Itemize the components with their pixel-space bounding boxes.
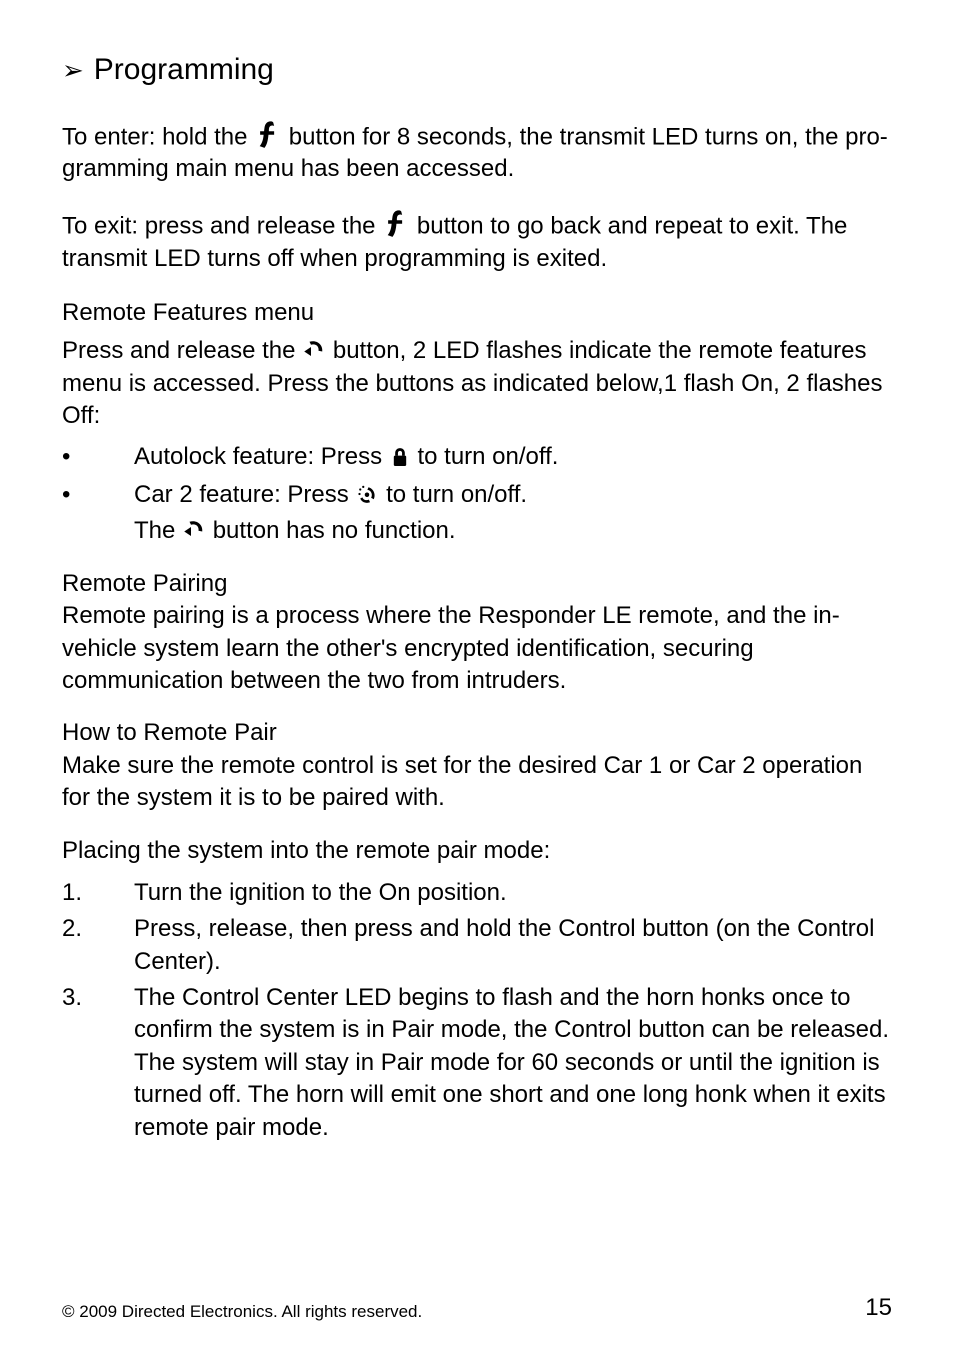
footer: © 2009 Directed Electronics. All rights … (62, 1292, 892, 1324)
how-to-heading: How to Remote Pair (62, 717, 892, 749)
arrow-icon: ➢ (62, 53, 84, 88)
list-item: Autolock feature: Press to turn on/off. (62, 441, 892, 473)
remote-pairing-body: Remote pairing is a process where the Re… (62, 600, 892, 697)
list-item: 2.Press, release, then press and hold th… (62, 913, 892, 978)
paragraph-enter: To enter: hold the button for 8 seconds,… (62, 119, 892, 186)
aux-icon (302, 338, 326, 362)
f-icon (382, 208, 410, 238)
page-number: 15 (865, 1292, 892, 1324)
paragraph-exit: To exit: press and release the button to… (62, 208, 892, 275)
feature-bullets: Autolock feature: Press to turn on/off. … (62, 441, 892, 548)
section-title: ➢ Programming (62, 50, 892, 91)
list-item: Car 2 feature: Press to turn on/off. The… (62, 479, 892, 548)
remote-start-icon (355, 482, 379, 506)
title-text: Programming (94, 50, 274, 91)
remote-pairing-heading: Remote Pairing (62, 568, 892, 600)
copyright: © 2009 Directed Electronics. All rights … (62, 1301, 422, 1324)
list-item: 3.The Control Center LED begins to flash… (62, 982, 892, 1144)
f-icon (254, 119, 282, 149)
how-to-body: Make sure the remote control is set for … (62, 750, 892, 815)
steps-list: 1.Turn the ignition to the On position. … (62, 877, 892, 1144)
remote-features-body: Press and release the button, 2 LED flas… (62, 335, 892, 432)
aux-icon (182, 518, 206, 542)
remote-features-heading: Remote Features menu (62, 297, 892, 329)
lock-icon (389, 445, 411, 467)
list-item: 1.Turn the ignition to the On position. (62, 877, 892, 909)
placing-heading: Placing the system into the remote pair … (62, 835, 892, 867)
